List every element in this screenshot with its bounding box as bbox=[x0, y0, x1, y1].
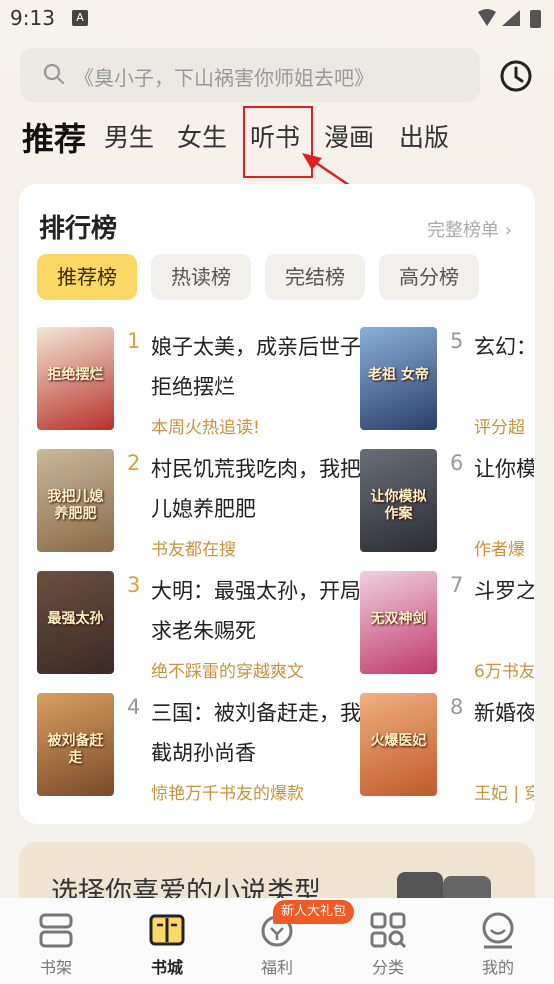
tab-recommend[interactable]: 推荐 bbox=[22, 114, 86, 160]
cover-text: 被刘备赶走 bbox=[47, 733, 104, 766]
book-cover: 火爆医妃 bbox=[360, 693, 437, 796]
grid-search-icon bbox=[370, 912, 407, 949]
book-title: 三国：被刘备赶走，我截胡孙尚香 bbox=[151, 701, 361, 765]
book-cover: 拒绝摆烂 bbox=[37, 327, 114, 430]
search-icon bbox=[43, 63, 65, 85]
tab-recommended-rank[interactable]: 推荐榜 bbox=[37, 254, 137, 300]
book-title: 新婚夜爆医妃 bbox=[474, 701, 534, 725]
full-ranking-label: 完整榜单 bbox=[427, 220, 499, 241]
nav-label: 我的 bbox=[481, 958, 514, 977]
status-time: 9:13 bbox=[10, 6, 55, 30]
status-icons bbox=[478, 9, 541, 28]
rank-number: 1 bbox=[127, 329, 141, 353]
nav-bookshelf[interactable]: 书架 bbox=[16, 910, 96, 978]
cover-text: 让你模拟作案 bbox=[370, 489, 427, 522]
cover-text: 最强太孙 bbox=[47, 611, 104, 627]
nav-label: 分类 bbox=[371, 958, 404, 977]
battery-icon bbox=[530, 10, 541, 28]
history-icon[interactable] bbox=[498, 58, 534, 94]
ranking-card: 排行榜 完整榜单 › 推荐榜 热读榜 完结榜 高分榜 拒绝摆烂 1 娘子太美，成… bbox=[19, 184, 535, 824]
book-cover: 被刘备赶走 bbox=[37, 693, 114, 796]
book-cover: 让你模拟作案 bbox=[360, 449, 437, 552]
book-cover: 无双神剑 bbox=[360, 571, 437, 674]
nav-label: 书架 bbox=[39, 958, 72, 977]
book-title: 村民饥荒我吃肉，我把儿媳养肥肥 bbox=[151, 457, 361, 521]
rank-number: 8 bbox=[450, 695, 464, 719]
book-tag: 绝不踩雷的穿越爽文 bbox=[151, 662, 304, 682]
nav-bookstore[interactable]: 书城 bbox=[127, 910, 207, 978]
wifi-icon bbox=[478, 9, 496, 26]
cover-text: 拒绝摆烂 bbox=[47, 367, 104, 383]
book-tag: 作者爆 bbox=[474, 540, 525, 560]
book-title: 斗罗之 bbox=[474, 579, 534, 603]
nav-profile[interactable]: 我的 bbox=[458, 910, 538, 978]
book-open-icon bbox=[149, 914, 185, 946]
tab-male[interactable]: 男生 bbox=[104, 118, 154, 154]
nav-label: 福利 bbox=[260, 958, 293, 977]
book-tag: 王妃 | 穿 bbox=[474, 784, 534, 804]
book-title: 大明：最强太孙，开局求老朱赐死 bbox=[151, 579, 361, 643]
nav-label: 书城 bbox=[150, 958, 183, 977]
rank-number: 6 bbox=[450, 451, 464, 475]
cover-text: 无双神剑 bbox=[370, 611, 427, 627]
rank-number: 3 bbox=[127, 573, 141, 597]
bookshelf-icon bbox=[39, 913, 73, 948]
rank-number: 4 bbox=[127, 695, 141, 719]
tab-female[interactable]: 女生 bbox=[177, 118, 227, 154]
rank-number: 2 bbox=[127, 451, 141, 475]
book-tag: 惊艳万千书友的爆款 bbox=[151, 784, 304, 804]
book-title: 让你模上演完 bbox=[474, 457, 534, 481]
tab-completed-rank[interactable]: 完结榜 bbox=[265, 254, 365, 300]
full-ranking-link[interactable]: 完整榜单 › bbox=[427, 216, 512, 242]
ranking-title: 排行榜 bbox=[39, 214, 118, 244]
cover-text: 老祖 女帝 bbox=[368, 367, 429, 383]
new-user-gift-badge[interactable]: 新人大礼包 bbox=[273, 900, 355, 924]
book-title: 娘子太美，成亲后世子拒绝摆烂 bbox=[151, 335, 361, 399]
rank-number: 5 bbox=[450, 329, 464, 353]
book-cover: 最强太孙 bbox=[37, 571, 114, 674]
smiley-icon bbox=[482, 912, 514, 949]
book-tag: 书友都在搜 bbox=[151, 540, 236, 560]
tab-top-rated-rank[interactable]: 高分榜 bbox=[379, 254, 479, 300]
status-bar: 9:13 A bbox=[0, 0, 554, 36]
book-tag: 评分超 bbox=[474, 418, 525, 438]
nav-category[interactable]: 分类 bbox=[348, 910, 428, 978]
book-title: 玄幻：萌娃大 bbox=[474, 335, 534, 359]
signal-icon bbox=[502, 10, 520, 26]
notification-icon: A bbox=[72, 10, 88, 26]
search-placeholder: 《臭小子，下山祸害你师姐去吧》 bbox=[74, 66, 374, 90]
cover-text: 我把儿媳养肥肥 bbox=[47, 489, 104, 522]
search-input[interactable]: 《臭小子，下山祸害你师姐去吧》 bbox=[20, 48, 480, 102]
chevron-right-icon: › bbox=[504, 220, 512, 241]
tab-hot-rank[interactable]: 热读榜 bbox=[151, 254, 251, 300]
book-cover: 我把儿媳养肥肥 bbox=[37, 449, 114, 552]
book-tag: 6万书友 bbox=[474, 662, 534, 682]
rank-number: 7 bbox=[450, 573, 464, 597]
book-tag: 本周火热追读! bbox=[151, 418, 260, 438]
cover-text: 火爆医妃 bbox=[370, 733, 427, 749]
book-cover: 老祖 女帝 bbox=[360, 327, 437, 430]
